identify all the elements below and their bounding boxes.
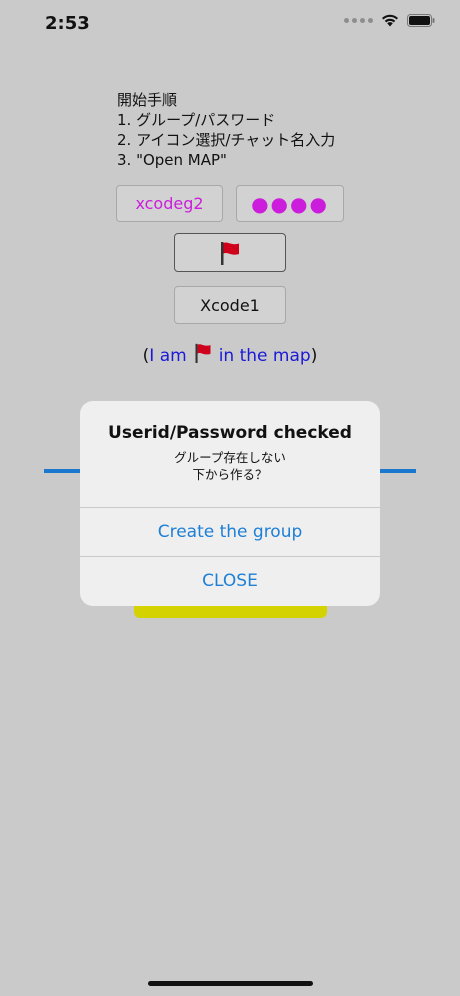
divider-line-right (378, 469, 416, 473)
divider-line-left (44, 469, 84, 473)
app-screen: 2:53 開始手順 1. グループ/パスワード 2. アイコン選択/チャット名入… (0, 0, 460, 996)
wifi-icon (382, 14, 398, 27)
status-time: 2:53 (45, 13, 90, 34)
map-status-suffix: in the map (218, 346, 311, 366)
close-button[interactable]: CLOSE (80, 557, 380, 605)
create-group-button[interactable]: Create the group (80, 508, 380, 556)
alert-message: グループ存在しない 下から作る？ (80, 449, 380, 483)
alert-message-line-2: 下から作る？ (192, 467, 268, 482)
alert-title: Userid/Password checked (108, 423, 352, 443)
password-button[interactable]: ●●●● (236, 185, 344, 222)
instructions-heading: 開始手順 (117, 91, 178, 109)
alert-dialog: Userid/Password checked グループ存在しない 下から作る？… (80, 401, 380, 606)
home-indicator[interactable] (148, 981, 313, 986)
chat-name-label: Xcode1 (200, 295, 260, 315)
icon-select-button[interactable] (174, 233, 286, 272)
signal-dots-icon (344, 18, 373, 23)
red-flag-icon (195, 343, 211, 363)
password-label: ●●●● (251, 191, 329, 216)
instructions-step-3: 3. "Open MAP" (117, 151, 227, 169)
instructions-step-1: 1. グループ/パスワード (117, 111, 276, 129)
chat-name-button[interactable]: Xcode1 (174, 286, 286, 324)
alert-message-line-1: グループ存在しない (174, 450, 286, 465)
group-id-button[interactable]: xcodeg2 (116, 185, 223, 222)
map-status: (I am in the map) (0, 342, 460, 366)
instructions-step-2: 2. アイコン選択/チャット名入力 (117, 131, 336, 149)
instructions: 開始手順 1. グループ/パスワード 2. アイコン選択/チャット名入力 3. … (117, 90, 335, 170)
group-id-label: xcodeg2 (135, 194, 204, 213)
create-group-label: Create the group (157, 522, 303, 542)
map-status-prefix: I am (149, 346, 187, 366)
map-status-close-paren: ) (310, 346, 318, 366)
close-label: CLOSE (202, 571, 258, 591)
status-icons (344, 14, 435, 27)
battery-icon (407, 14, 435, 27)
red-flag-icon (221, 241, 239, 265)
